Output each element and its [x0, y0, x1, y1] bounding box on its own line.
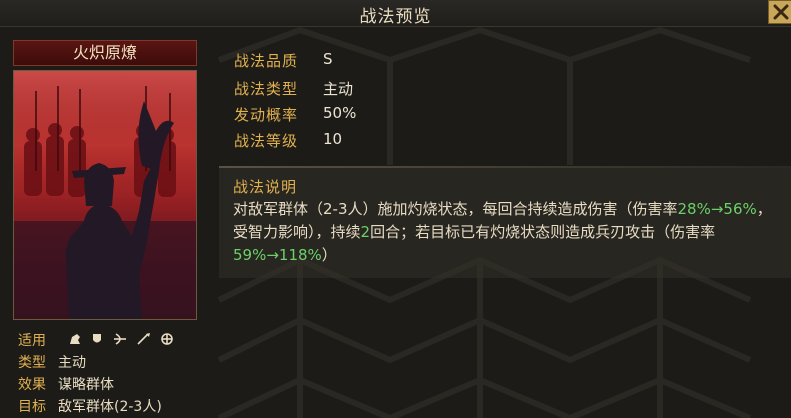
- type-attr-value: 主动: [323, 80, 354, 98]
- type-label: 类型: [18, 355, 46, 371]
- spear-icon: [137, 333, 150, 345]
- damage-rate-1: 28%→56%: [677, 200, 757, 218]
- desc-part3: 回合；若目标已有灼烧状态则造成兵刃攻击（伤害率: [370, 223, 716, 241]
- level-value: 10: [323, 130, 343, 148]
- applicable-label: 适用: [18, 333, 46, 349]
- damage-rate-2: 59%→118%: [233, 246, 322, 264]
- level-label: 战法等级: [234, 132, 299, 150]
- info-type: 类型 主动: [18, 352, 86, 372]
- title-bar: 战法预览: [0, 0, 791, 27]
- quality-value: S: [323, 50, 333, 68]
- siege-icon: [161, 333, 173, 345]
- description-text: 对敌军群体（2-3人）施加灼烧状态，每回合持续造成伤害（伤害率28%→56%，受…: [233, 198, 778, 267]
- info-applicable: 适用: [18, 330, 58, 350]
- bow-icon: [114, 333, 126, 345]
- duration-value: 2: [360, 223, 371, 241]
- type-attr-label: 战法类型: [234, 80, 299, 98]
- desc-part1: 对敌军群体（2-3人）施加灼烧状态，每回合持续造成伤害（伤害率: [233, 200, 678, 218]
- probability-label: 发动概率: [234, 106, 299, 124]
- skill-card-art: [13, 70, 197, 320]
- type-value: 主动: [58, 355, 86, 371]
- effect-label: 效果: [18, 377, 46, 393]
- desc-part4: ）: [321, 246, 337, 264]
- effect-value: 谋略群体: [58, 377, 114, 393]
- info-effect: 效果 谋略群体: [18, 374, 114, 394]
- close-icon: [773, 4, 788, 20]
- shield-icon: [93, 334, 101, 343]
- target-value: 敌军群体(2-3人): [58, 399, 162, 415]
- probability-value: 50%: [323, 104, 357, 122]
- description-title: 战法说明: [233, 178, 298, 196]
- info-target: 目标 敌军群体(2-3人): [18, 396, 162, 416]
- window-title: 战法预览: [359, 7, 432, 27]
- close-button[interactable]: [768, 0, 791, 24]
- troop-icons: [70, 333, 173, 345]
- cavalry-icon: [70, 334, 80, 344]
- target-label: 目标: [18, 399, 46, 415]
- quality-label: 战法品质: [234, 52, 299, 70]
- skill-name-banner: 火炽原燎: [13, 40, 197, 66]
- card-illustration: [14, 71, 196, 319]
